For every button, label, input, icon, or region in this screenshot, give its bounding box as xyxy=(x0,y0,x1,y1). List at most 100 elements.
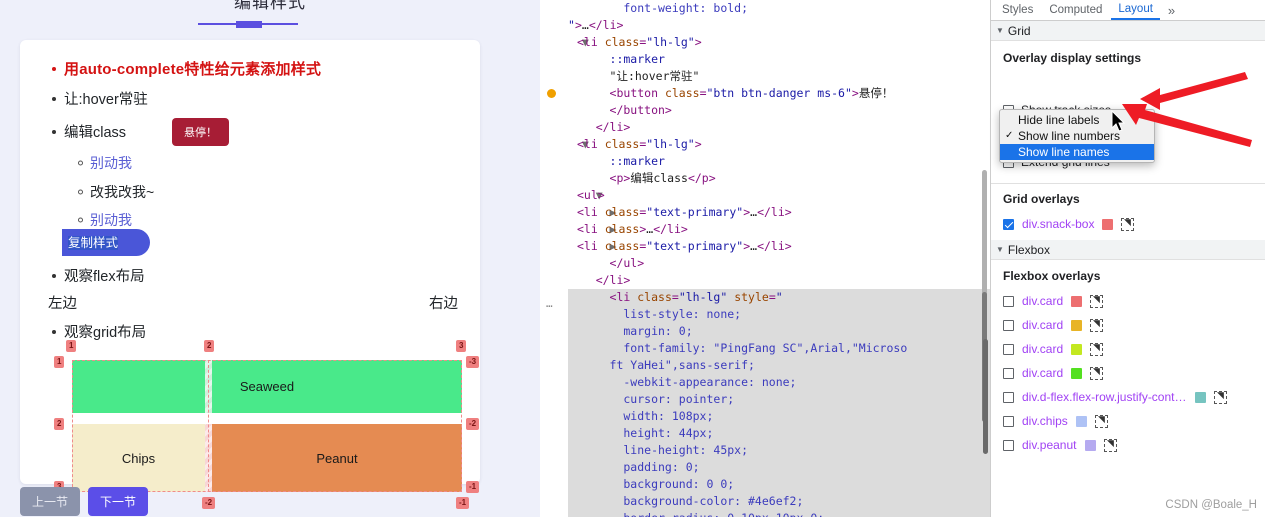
watermark: CSDN @Boale_H xyxy=(1165,499,1257,511)
overlay-selector-label: div.chips xyxy=(1022,414,1068,428)
color-swatch[interactable] xyxy=(1084,439,1096,451)
grid-col-label-top-1: 1 xyxy=(66,340,77,352)
circle-bullet-icon xyxy=(78,217,83,223)
dom-line[interactable]: list-style: none; xyxy=(568,306,990,323)
checkbox-icon[interactable] xyxy=(1003,295,1014,307)
color-swatch[interactable] xyxy=(1071,343,1083,355)
overlay-selector-label: div.d-flex.flex-row.justify-cont… xyxy=(1022,390,1187,404)
grid-section-header[interactable]: ▼ Grid xyxy=(991,21,1265,41)
dom-line[interactable]: margin: 0; xyxy=(568,323,990,340)
devtools-sidebar: Styles Computed Layout » ▼ Grid Overlay … xyxy=(983,0,1265,517)
flexbox-overlay-row[interactable]: div.chips xyxy=(1003,409,1253,433)
color-swatch[interactable] xyxy=(1071,319,1083,331)
checkbox-icon[interactable] xyxy=(1003,343,1014,355)
more-tabs-icon[interactable]: » xyxy=(1162,1,1181,20)
element-picker-icon[interactable] xyxy=(1090,294,1104,308)
flexbox-overlay-row[interactable]: div.card xyxy=(1003,337,1253,361)
element-picker-icon[interactable] xyxy=(1213,390,1227,404)
dom-line[interactable]: </li> xyxy=(568,272,990,289)
dom-line[interactable]: ::marker xyxy=(568,51,990,68)
dom-line[interactable]: ▶<li class="text-primary">…</li> xyxy=(568,238,990,255)
flexbox-overlay-row[interactable]: div.d-flex.flex-row.justify-cont… xyxy=(1003,385,1253,409)
bullet-icon xyxy=(52,129,56,134)
next-section-button[interactable]: 下一节 xyxy=(88,487,149,516)
element-picker-icon[interactable] xyxy=(1094,414,1108,428)
color-swatch[interactable] xyxy=(1075,415,1087,427)
dom-line[interactable]: </li> xyxy=(568,119,990,136)
tab-computed[interactable]: Computed xyxy=(1042,2,1109,19)
checkbox-icon[interactable] xyxy=(1003,218,1014,230)
grid-col-label-top-3: 3 xyxy=(456,340,467,352)
flexbox-overlay-row[interactable]: div.card xyxy=(1003,313,1253,337)
dropdown-option-show-line-numbers[interactable]: Show line numbers xyxy=(1000,128,1154,144)
element-picker-icon[interactable] xyxy=(1121,217,1135,231)
prev-section-button[interactable]: 上一节 xyxy=(20,487,81,516)
dom-line[interactable]: background: 0 0; xyxy=(568,476,990,493)
devtools-elements-pane[interactable]: … font-weight: bold; ">…</li> ▼<li class… xyxy=(540,0,990,517)
element-picker-icon[interactable] xyxy=(1090,366,1104,380)
dom-line[interactable]: font-family: "PingFang SC",Arial,"Micros… xyxy=(568,340,990,357)
dom-line[interactable]: ▼<li class="lh-lg"> xyxy=(568,136,990,153)
dom-line[interactable]: ft YaHei",sans-serif; xyxy=(568,357,990,374)
dom-line[interactable]: ▼<ul> xyxy=(568,187,990,204)
dom-line[interactable]: height: 44px; xyxy=(568,425,990,442)
color-swatch[interactable] xyxy=(1071,295,1083,307)
grid-col-label-bottom-2: -2 xyxy=(202,497,216,509)
dropdown-option-show-line-names[interactable]: Show line names xyxy=(1000,144,1154,160)
dom-line[interactable]: <button class="btn btn-danger ms-6">悬停！ xyxy=(568,85,990,102)
dom-line[interactable]: ">…</li> xyxy=(568,17,990,34)
flexbox-overlay-row[interactable]: div.card xyxy=(1003,361,1253,385)
checkbox-icon[interactable] xyxy=(1003,367,1014,379)
tab-styles[interactable]: Styles xyxy=(995,2,1040,19)
lesson-nav: 上一节 下一节 xyxy=(20,487,149,516)
dom-line[interactable]: background-color: #4e6ef2; xyxy=(568,493,990,510)
dom-line[interactable]: ::marker xyxy=(568,153,990,170)
checkbox-icon[interactable] xyxy=(1003,415,1014,427)
copy-style-button[interactable]: 复制样式 xyxy=(62,229,150,256)
dom-line[interactable]: line-height: 45px; xyxy=(568,442,990,459)
checkbox-icon[interactable] xyxy=(1003,319,1014,331)
flexbox-section-header[interactable]: ▼ Flexbox xyxy=(991,240,1265,260)
color-swatch[interactable] xyxy=(1071,367,1083,379)
flexbox-overlay-row[interactable]: div.peanut xyxy=(1003,433,1253,457)
dom-line-selected[interactable]: <li class="lh-lg" style=" xyxy=(568,289,990,306)
color-swatch[interactable] xyxy=(1102,218,1114,230)
dom-line[interactable]: -webkit-appearance: none; xyxy=(568,374,990,391)
breakpoint-dot-icon[interactable] xyxy=(547,89,556,98)
color-swatch[interactable] xyxy=(1194,391,1206,403)
dom-line[interactable]: width: 108px; xyxy=(568,408,990,425)
dom-line[interactable]: font-weight: bold; xyxy=(568,0,990,17)
dom-line[interactable]: cursor: pointer; xyxy=(568,391,990,408)
dom-line[interactable]: </ul> xyxy=(568,255,990,272)
tab-layout[interactable]: Layout xyxy=(1111,1,1160,20)
element-picker-icon[interactable] xyxy=(1103,438,1117,452)
grid-cell-chips: Chips xyxy=(72,424,205,492)
dom-line[interactable]: ▼<li class="lh-lg"> xyxy=(568,34,990,51)
grid-row-label-right-1: -1 xyxy=(466,481,480,493)
dom-line[interactable]: ▶<li class>…</li> xyxy=(568,221,990,238)
overlay-selector-label: div.card xyxy=(1022,318,1064,332)
dom-line[interactable]: border-radius: 0 10px 10px 0; xyxy=(568,510,990,517)
sidebar-tabbar: Styles Computed Layout » xyxy=(991,0,1265,21)
dom-line[interactable]: "让:hover常驻" xyxy=(568,68,990,85)
hover-demo-button[interactable]: 悬停！ xyxy=(172,118,229,146)
line-labels-dropdown[interactable]: Hide line labels Show line numbers Show … xyxy=(999,109,1155,163)
dom-code-listing[interactable]: font-weight: bold; ">…</li> ▼<li class="… xyxy=(568,0,990,517)
dropdown-option-hide-line-labels[interactable]: Hide line labels xyxy=(1000,112,1154,128)
list-item-auto-complete: 用auto-complete特性给元素添加样式 xyxy=(42,58,321,79)
dom-line[interactable]: padding: 0; xyxy=(568,459,990,476)
sidebar-scrollbar[interactable] xyxy=(983,339,988,454)
checkbox-icon[interactable] xyxy=(1003,439,1014,451)
dom-line[interactable]: </button> xyxy=(568,102,990,119)
more-options-icon[interactable]: … xyxy=(546,295,554,312)
grid-overlay-row[interactable]: div.snack-box xyxy=(1003,212,1253,236)
element-picker-icon[interactable] xyxy=(1090,342,1104,356)
checkbox-icon[interactable] xyxy=(1003,391,1014,403)
dom-line[interactable]: ▶<li class="text-primary">…</li> xyxy=(568,204,990,221)
grid-column-line xyxy=(208,360,209,492)
element-picker-icon[interactable] xyxy=(1090,318,1104,332)
overlay-selector-label: div.card xyxy=(1022,366,1064,380)
dom-line[interactable]: <p>编辑class</p> xyxy=(568,170,990,187)
flexbox-overlay-row[interactable]: div.card xyxy=(1003,289,1253,313)
flex-left-label: 左边 xyxy=(48,296,77,312)
